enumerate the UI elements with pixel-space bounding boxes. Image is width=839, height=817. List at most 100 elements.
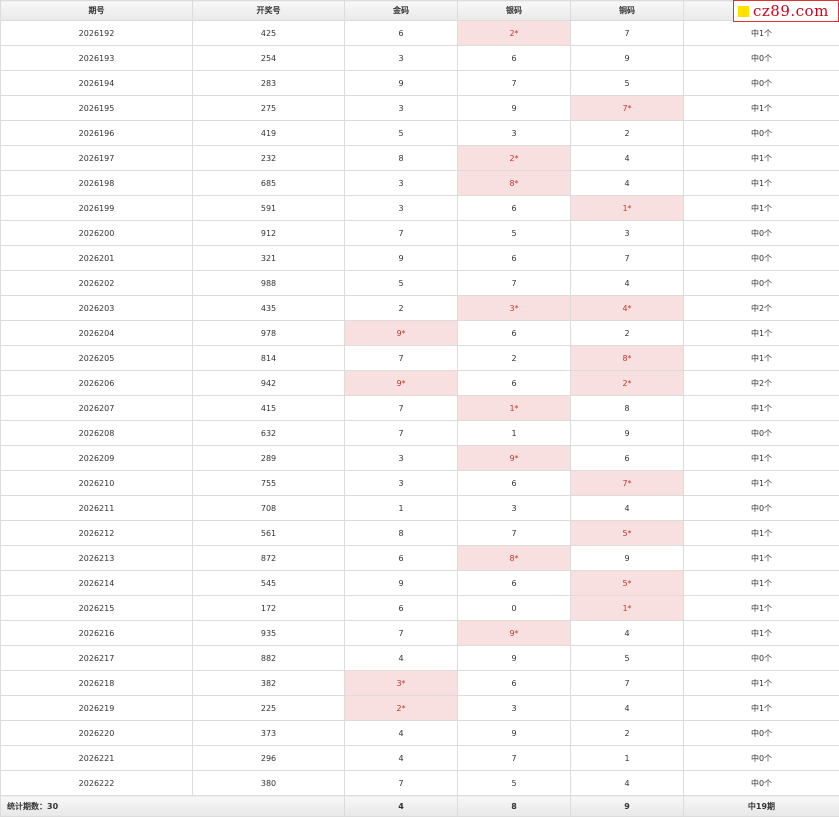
cell-gold: 3 (345, 471, 458, 496)
summary-silver: 8 (458, 796, 571, 817)
cell-bronze: 4 (571, 271, 684, 296)
cell-gold: 7 (345, 621, 458, 646)
cell-bronze: 4* (571, 296, 684, 321)
cell-gold: 6 (345, 596, 458, 621)
cell-issue: 2026209 (1, 446, 193, 471)
cell-issue: 2026217 (1, 646, 193, 671)
cell-silver: 6 (458, 471, 571, 496)
cell-draw-number: 942 (193, 371, 345, 396)
table-row: 2026221296471中0个 (1, 746, 839, 771)
table-row: 2026194283975中0个 (1, 71, 839, 96)
cell-gold: 4 (345, 746, 458, 771)
cell-result: 中1个 (684, 396, 839, 421)
cell-silver: 6 (458, 46, 571, 71)
table-row: 20262192252*34中1个 (1, 696, 839, 721)
cell-draw-number: 435 (193, 296, 345, 321)
cell-issue: 2026198 (1, 171, 193, 196)
cell-result: 中0个 (684, 496, 839, 521)
table-row: 20262183823*67中1个 (1, 671, 839, 696)
cell-issue: 2026215 (1, 596, 193, 621)
table-row: 202621693579*4中1个 (1, 621, 839, 646)
cell-result: 中1个 (684, 546, 839, 571)
cell-issue: 2026218 (1, 671, 193, 696)
cell-result: 中0个 (684, 271, 839, 296)
table-row: 202619723282*4中1个 (1, 146, 839, 171)
table-row: 2026208632719中0个 (1, 421, 839, 446)
cell-result: 中0个 (684, 421, 839, 446)
cell-silver: 7 (458, 271, 571, 296)
cell-gold: 2* (345, 696, 458, 721)
cell-bronze: 1* (571, 596, 684, 621)
cell-result: 中0个 (684, 771, 839, 796)
cell-silver: 6 (458, 321, 571, 346)
cell-draw-number: 415 (193, 396, 345, 421)
table-row: 2026199591361*中1个 (1, 196, 839, 221)
cell-gold: 2 (345, 296, 458, 321)
cell-bronze: 7 (571, 246, 684, 271)
cell-bronze: 3 (571, 221, 684, 246)
cell-issue: 2026199 (1, 196, 193, 221)
cell-gold: 8 (345, 521, 458, 546)
cell-silver: 5 (458, 221, 571, 246)
table-row: 202620343523*4*中2个 (1, 296, 839, 321)
cell-silver: 9 (458, 646, 571, 671)
cell-gold: 6 (345, 21, 458, 46)
cell-silver: 3 (458, 696, 571, 721)
cell-draw-number: 912 (193, 221, 345, 246)
cell-issue: 2026220 (1, 721, 193, 746)
cell-gold: 3 (345, 171, 458, 196)
table-row: 2026212561875*中1个 (1, 521, 839, 546)
table-row: 20262069429*62*中2个 (1, 371, 839, 396)
cell-issue: 2026196 (1, 121, 193, 146)
cell-silver: 6 (458, 196, 571, 221)
cell-silver: 3 (458, 496, 571, 521)
summary-label: 统计期数：30 (1, 796, 345, 817)
cell-silver: 9 (458, 721, 571, 746)
cell-issue: 2026204 (1, 321, 193, 346)
cell-result: 中0个 (684, 71, 839, 96)
cell-result: 中2个 (684, 371, 839, 396)
col-header-silver: 银码 (458, 1, 571, 21)
cell-silver: 6 (458, 246, 571, 271)
site-logo[interactable]: cz89.com (733, 0, 839, 22)
cell-silver: 2* (458, 146, 571, 171)
cell-bronze: 4 (571, 171, 684, 196)
cell-draw-number: 382 (193, 671, 345, 696)
cell-issue: 2026194 (1, 71, 193, 96)
cell-draw-number: 373 (193, 721, 345, 746)
cell-issue: 2026213 (1, 546, 193, 571)
cell-bronze: 7 (571, 671, 684, 696)
table-row: 2026196419532中0个 (1, 121, 839, 146)
table-row: 202620928939*6中1个 (1, 446, 839, 471)
cell-draw-number: 814 (193, 346, 345, 371)
cell-bronze: 2 (571, 121, 684, 146)
cell-silver: 6 (458, 671, 571, 696)
cell-silver: 1* (458, 396, 571, 421)
cell-result: 中1个 (684, 571, 839, 596)
cell-draw-number: 275 (193, 96, 345, 121)
cell-draw-number: 283 (193, 71, 345, 96)
table-row: 2026214545965*中1个 (1, 571, 839, 596)
cell-issue: 2026205 (1, 346, 193, 371)
cell-draw-number: 882 (193, 646, 345, 671)
cell-result: 中1个 (684, 171, 839, 196)
cell-bronze: 8* (571, 346, 684, 371)
cell-result: 中1个 (684, 346, 839, 371)
cell-result: 中1个 (684, 471, 839, 496)
cell-issue: 2026221 (1, 746, 193, 771)
cell-result: 中1个 (684, 196, 839, 221)
cell-bronze: 5 (571, 71, 684, 96)
header-row: 期号 开奖号 金码 银码 铜码 (1, 1, 839, 21)
table-row: 20262049789*62中1个 (1, 321, 839, 346)
cell-draw-number: 419 (193, 121, 345, 146)
cell-silver: 9* (458, 621, 571, 646)
cell-silver: 9 (458, 96, 571, 121)
cell-bronze: 7 (571, 21, 684, 46)
cell-draw-number: 289 (193, 446, 345, 471)
cell-gold: 9 (345, 571, 458, 596)
table-row: 2026220373492中0个 (1, 721, 839, 746)
cell-draw-number: 708 (193, 496, 345, 521)
summary-gold: 4 (345, 796, 458, 817)
cell-gold: 6 (345, 546, 458, 571)
cell-draw-number: 755 (193, 471, 345, 496)
